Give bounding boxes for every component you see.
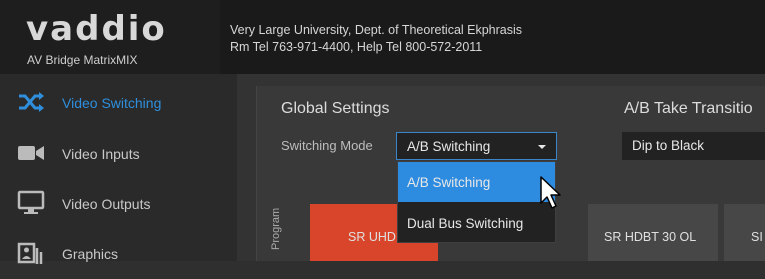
- sidebar-item-graphics[interactable]: Graphics: [0, 229, 237, 279]
- ab-take-transition-title: A/B Take Transitio: [624, 100, 753, 117]
- sidebar-item-video-switching[interactable]: Video Switching: [0, 78, 237, 128]
- monitor-icon: [17, 190, 45, 214]
- sidebar-item-video-outputs[interactable]: Video Outputs: [0, 179, 237, 229]
- tile-label: SI: [751, 230, 763, 244]
- product-name: AV Bridge MatrixMIX: [27, 53, 138, 67]
- option-label: A/B Switching: [407, 175, 491, 190]
- program-label: Program: [268, 202, 288, 261]
- mouse-pointer-icon: [540, 176, 561, 209]
- option-dual-bus-switching[interactable]: Dual Bus Switching: [398, 203, 555, 243]
- organization-info: Very Large University, Dept. of Theoreti…: [230, 22, 522, 56]
- switching-mode-value: A/B Switching: [407, 139, 491, 154]
- switching-mode-select[interactable]: A/B Switching: [396, 132, 557, 160]
- vaddio-logo: vaddio: [26, 9, 167, 49]
- sidebar-item-label: Graphics: [62, 246, 119, 262]
- tile-sr-hdbt-30-ol[interactable]: SR HDBT 30 OL: [588, 204, 718, 261]
- sidebar-item-label: Video Outputs: [62, 196, 151, 212]
- tile-label: SR HDBT 30 OL: [604, 230, 697, 244]
- program-label-text: Program: [270, 207, 282, 250]
- org-line-2: Rm Tel 763-971-4400, Help Tel 800-572-20…: [230, 40, 483, 54]
- transition-select[interactable]: Dip to Black: [622, 132, 765, 160]
- sidebar-item-video-inputs[interactable]: Video Inputs: [0, 129, 237, 179]
- option-label: Dual Bus Switching: [407, 216, 524, 231]
- shuffle-icon: [19, 92, 44, 112]
- tile-label: SR UHD: [348, 230, 396, 244]
- sidebar: Video Switching Video Inputs Video Outpu…: [0, 74, 237, 264]
- video-camera-icon: [18, 146, 44, 160]
- tile-partial[interactable]: SI: [724, 204, 765, 261]
- option-ab-switching[interactable]: A/B Switching: [398, 162, 555, 202]
- caret-down-icon: [538, 145, 546, 149]
- sidebar-item-label: Video Inputs: [62, 146, 140, 162]
- brand-area: vaddio AV Bridge MatrixMIX: [0, 0, 220, 74]
- sidebar-item-label: Video Switching: [62, 95, 162, 111]
- graphics-icon: [17, 242, 43, 264]
- switching-mode-label: Switching Mode: [281, 138, 373, 153]
- global-settings-title: Global Settings: [281, 100, 390, 117]
- org-line-1: Very Large University, Dept. of Theoreti…: [230, 23, 523, 37]
- switching-mode-dropdown: A/B Switching Dual Bus Switching: [397, 161, 556, 243]
- transition-value: Dip to Black: [632, 138, 705, 153]
